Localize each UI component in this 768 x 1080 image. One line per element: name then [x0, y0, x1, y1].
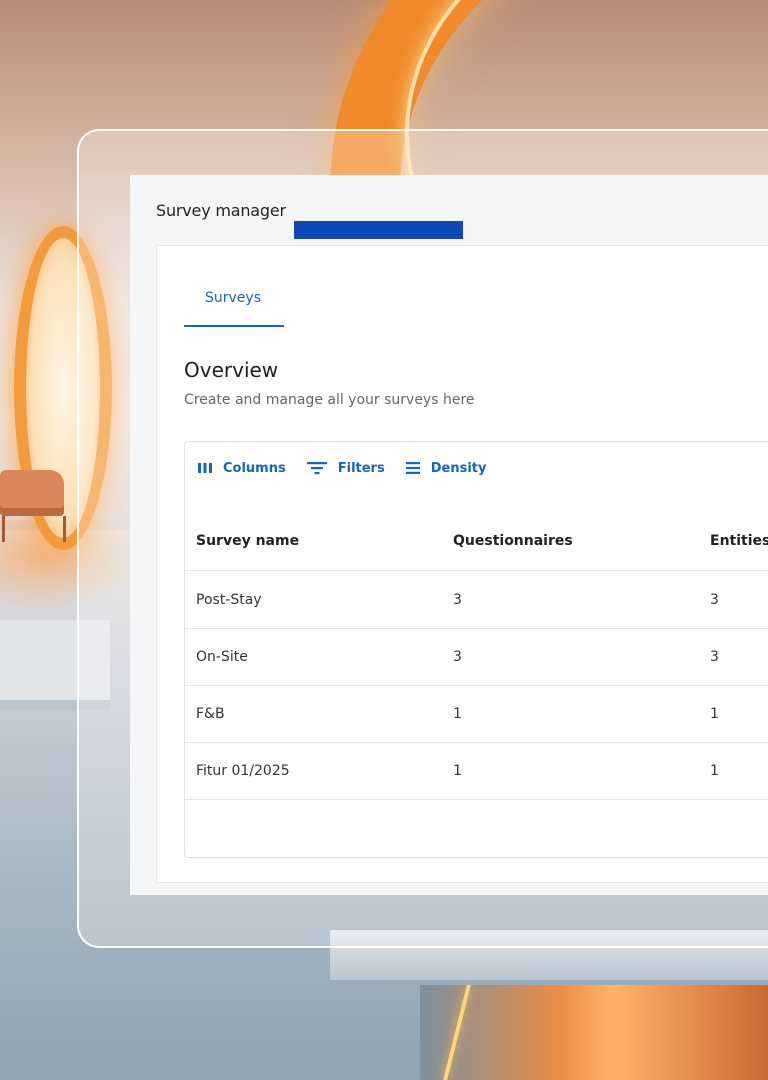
background-bottom-glow — [420, 985, 768, 1080]
cell-questionnaires: 3 — [453, 648, 462, 665]
filter-icon — [306, 462, 327, 475]
cell-survey-name: Fitur 01/2025 — [196, 762, 290, 779]
title-accent-bar — [294, 221, 463, 239]
cell-entities: 1 — [710, 762, 719, 779]
column-header-questionnaires[interactable]: Questionnaires — [453, 512, 573, 570]
background-chair-legs — [2, 516, 66, 542]
cell-entities: 3 — [710, 648, 719, 665]
table-toolbar: Columns Filters Density — [197, 458, 506, 478]
background-chair — [0, 470, 64, 516]
app-title: Survey manager — [156, 201, 286, 220]
cell-questionnaires: 1 — [453, 762, 462, 779]
table-row[interactable]: Post-Stay 3 3 — [185, 571, 768, 629]
cell-survey-name: On-Site — [196, 648, 248, 665]
density-button[interactable]: Density — [405, 460, 487, 476]
table-header-row: Survey name Questionnaires Entities — [185, 512, 768, 571]
column-header-survey-name[interactable]: Survey name — [196, 512, 299, 570]
cell-entities: 3 — [710, 591, 719, 608]
column-header-entities[interactable]: Entities — [710, 512, 768, 570]
cell-entities: 1 — [710, 705, 719, 722]
cell-questionnaires: 1 — [453, 705, 462, 722]
surveys-table: Columns Filters Density Survey name Ques… — [184, 441, 768, 858]
table-row[interactable]: On-Site 3 3 — [185, 628, 768, 686]
cell-questionnaires: 3 — [453, 591, 462, 608]
columns-icon — [198, 463, 212, 473]
page-subtitle: Create and manage all your surveys here — [184, 392, 475, 408]
filters-label: Filters — [337, 460, 385, 476]
page-title: Overview — [184, 358, 279, 382]
cell-survey-name: F&B — [196, 705, 225, 722]
filters-button[interactable]: Filters — [306, 460, 385, 476]
table-row[interactable]: Fitur 01/2025 1 1 — [185, 742, 768, 800]
table-row[interactable]: F&B 1 1 — [185, 685, 768, 743]
density-label: Density — [430, 460, 487, 476]
main-card: Surveys Overview Create and manage all y… — [156, 245, 768, 883]
tab-surveys[interactable]: Surveys — [183, 290, 283, 326]
density-icon — [405, 462, 420, 474]
columns-label: Columns — [223, 460, 286, 476]
survey-manager-window: Survey manager Surveys Overview Create a… — [130, 175, 768, 895]
cell-survey-name: Post-Stay — [196, 591, 262, 608]
tab-active-indicator — [184, 325, 284, 327]
columns-button[interactable]: Columns — [197, 461, 286, 476]
